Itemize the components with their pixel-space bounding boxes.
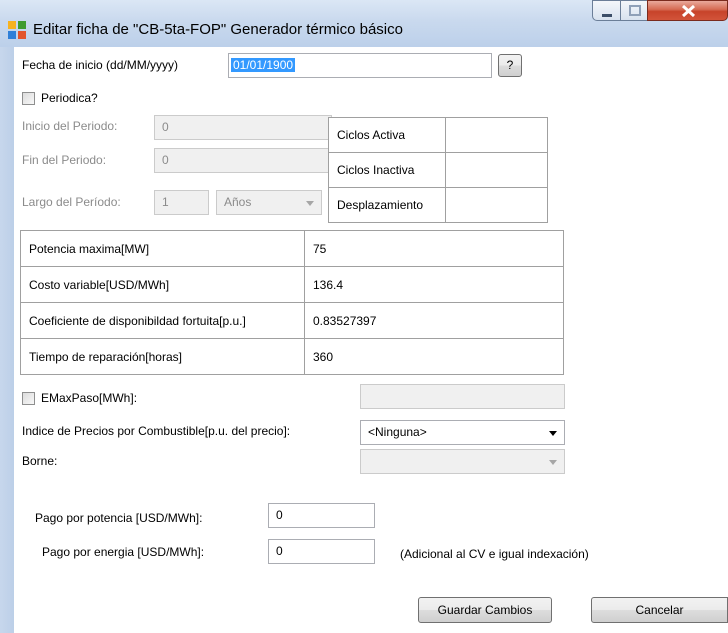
pago-energia-label: Pago por energia [USD/MWh]: [42, 545, 205, 559]
param-value-cell[interactable]: 136.4 [304, 266, 564, 303]
maximize-icon [629, 5, 641, 16]
borne-select[interactable] [360, 449, 565, 474]
fecha-input[interactable]: 01/01/1900 [228, 53, 492, 78]
inicio-periodo-label: Inicio del Periodo: [22, 119, 118, 133]
param-label: Potencia maxima[MW] [20, 230, 305, 267]
param-label: Costo variable[USD/MWh] [20, 266, 305, 303]
save-button[interactable]: Guardar Cambios [418, 597, 552, 623]
fecha-label: Fecha de inicio (dd/MM/yyyy) [22, 58, 179, 72]
ciclos-table: Ciclos Activa Ciclos Inactiva Desplazami… [328, 117, 548, 223]
periodica-label: Periodica? [41, 91, 98, 105]
param-value-cell[interactable]: 360 [304, 338, 564, 375]
maximize-button[interactable] [620, 0, 648, 21]
minimize-button[interactable] [592, 0, 621, 21]
cancel-button[interactable]: Cancelar [591, 597, 728, 623]
ciclos-inactiva-label: Ciclos Inactiva [328, 152, 446, 188]
borne-label: Borne: [22, 454, 58, 468]
chevron-down-icon [549, 431, 557, 436]
desplazamiento-cell[interactable] [445, 187, 548, 223]
inicio-periodo-input[interactable]: 0 [154, 115, 332, 140]
ciclos-activa-label: Ciclos Activa [328, 117, 446, 153]
pago-potencia-label: Pago por potencia [USD/MWh]: [35, 511, 203, 525]
largo-periodo-label: Largo del Período: [22, 195, 121, 209]
close-button[interactable] [647, 0, 728, 21]
indice-value: <Ninguna> [368, 425, 427, 439]
fecha-value: 01/01/1900 [231, 58, 296, 72]
largo-periodo-input[interactable]: 1 [154, 190, 209, 215]
chevron-down-icon [549, 460, 557, 465]
window-frame [0, 47, 14, 633]
minimize-icon [602, 14, 612, 17]
close-icon [681, 4, 696, 18]
param-label: Coeficiente de disponibildad fortuita[p.… [20, 302, 305, 339]
chevron-down-icon [306, 201, 314, 206]
title-bar: Editar ficha de "CB-5ta-FOP" Generador t… [0, 0, 728, 47]
dialog-window: Editar ficha de "CB-5ta-FOP" Generador t… [0, 0, 728, 633]
pago-energia-note: (Adicional al CV e igual indexación) [400, 547, 589, 561]
periodica-checkbox[interactable] [22, 92, 35, 105]
help-button[interactable]: ? [498, 54, 522, 77]
indice-label: Indice de Precios por Combustible[p.u. d… [22, 424, 291, 438]
dialog-body: Fecha de inicio (dd/MM/yyyy) 01/01/1900 … [14, 47, 728, 633]
pago-potencia-input[interactable]: 0 [268, 503, 375, 528]
app-grid-icon [8, 21, 26, 39]
params-table: Potencia maxima[MW] 75 Costo variable[US… [20, 230, 564, 375]
emaxpaso-input[interactable] [360, 384, 565, 409]
pago-energia-input[interactable]: 0 [268, 539, 375, 564]
emaxpaso-checkbox[interactable] [22, 392, 35, 405]
fin-periodo-input[interactable]: 0 [154, 148, 332, 173]
indice-select[interactable]: <Ninguna> [360, 420, 565, 445]
desplazamiento-label: Desplazamiento [328, 187, 446, 223]
ciclos-inactiva-cell[interactable] [445, 152, 548, 188]
unidad-periodo-select[interactable]: Años [216, 190, 322, 215]
unidad-periodo-value: Años [224, 195, 252, 209]
fin-periodo-label: Fin del Periodo: [22, 153, 107, 167]
param-label: Tiempo de reparación[horas] [20, 338, 305, 375]
ciclos-activa-cell[interactable] [445, 117, 548, 153]
param-value-cell[interactable]: 75 [304, 230, 564, 267]
param-value-cell[interactable]: 0.83527397 [304, 302, 564, 339]
emaxpaso-label: EMaxPaso[MWh]: [41, 391, 138, 405]
window-title: Editar ficha de "CB-5ta-FOP" Generador t… [33, 21, 403, 38]
